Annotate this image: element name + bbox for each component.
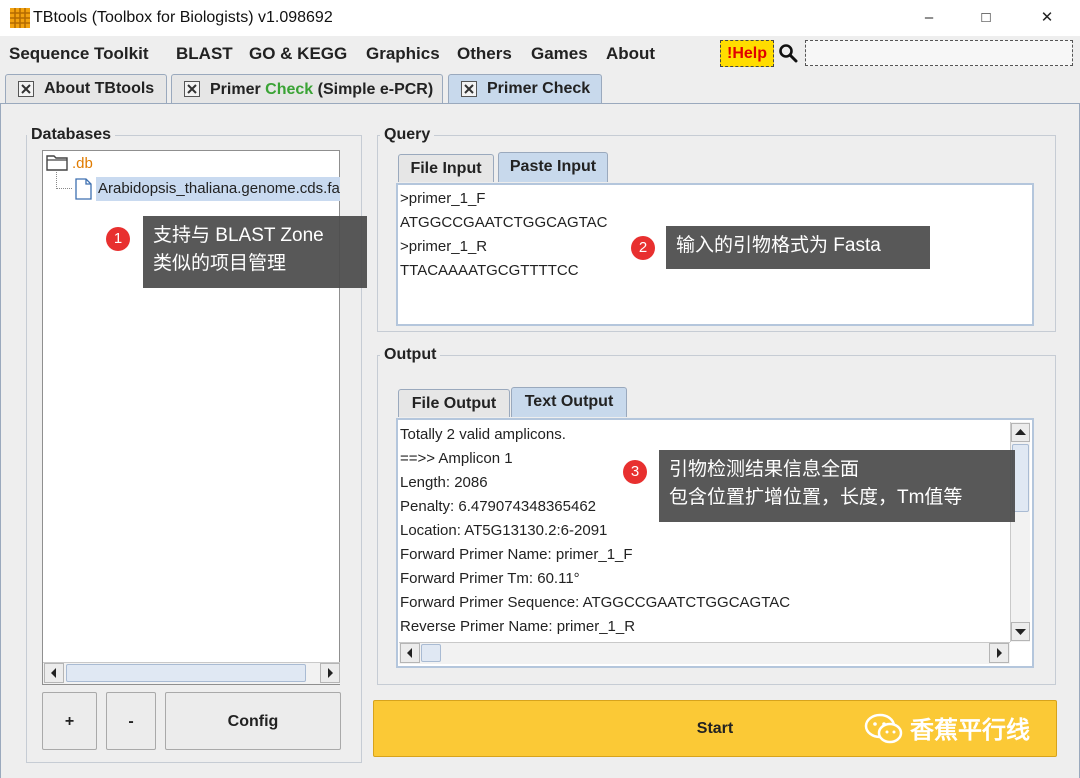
scroll-left-icon[interactable] <box>44 663 64 683</box>
scroll-thumb[interactable] <box>66 664 306 682</box>
tab-label: About TBtools <box>44 80 155 97</box>
wechat-icon <box>864 712 904 746</box>
query-line: TTACAAAATGCGTTTTCC <box>400 262 579 279</box>
file-icon <box>74 178 92 200</box>
scroll-thumb[interactable] <box>421 644 441 662</box>
annotation-text: 支持与 BLAST Zone <box>153 225 324 246</box>
menu-about[interactable]: About <box>606 44 655 64</box>
output-horizontal-scrollbar[interactable] <box>399 642 1010 664</box>
close-tab-icon[interactable] <box>18 81 34 97</box>
watermark-text: 香蕉平行线 <box>910 717 1030 744</box>
annotation-badge-1: 1 <box>106 227 130 251</box>
scroll-right-icon[interactable] <box>989 643 1009 663</box>
window-title: TBtools (Toolbox for Biologists) v1.0986… <box>33 9 333 26</box>
output-line: Length: 2086 <box>400 474 488 491</box>
query-line: ATGGCCGAATCTGGCAGTAC <box>400 214 608 231</box>
annotation-text: 包含位置扩增位置，长度，Tm值等 <box>669 487 963 508</box>
tab-label-prefix: Primer <box>210 81 266 98</box>
output-line: Forward Primer Name: primer_1_F <box>400 546 633 563</box>
annotation-callout-1: 支持与 BLAST Zone 类似的项目管理 <box>143 216 367 288</box>
query-line: >primer_1_F <box>400 190 486 207</box>
tab-label: Primer Check (Simple e-PCR) <box>210 81 433 99</box>
add-database-button[interactable]: + <box>42 692 97 750</box>
tab-text-output[interactable]: Text Output <box>511 387 627 417</box>
tab-file-output[interactable]: File Output <box>398 389 510 417</box>
remove-database-button[interactable]: - <box>106 692 156 750</box>
menu-go-kegg[interactable]: GO & KEGG <box>249 44 347 64</box>
scroll-down-icon[interactable] <box>1011 622 1030 641</box>
menu-blast[interactable]: BLAST <box>176 44 233 64</box>
annotation-badge-3: 3 <box>623 460 647 484</box>
config-button[interactable]: Config <box>165 692 341 750</box>
query-line: >primer_1_R <box>400 238 488 255</box>
close-window-button[interactable]: ✕ <box>1024 0 1070 36</box>
query-title: Query <box>380 126 435 144</box>
annotation-badge-2: 2 <box>631 236 655 260</box>
scroll-left-icon[interactable] <box>400 643 420 663</box>
scroll-right-icon[interactable] <box>320 663 340 683</box>
output-line: Location: AT5G13130.2:6-2091 <box>400 522 608 539</box>
search-input[interactable] <box>805 40 1073 66</box>
output-line: Forward Primer Tm: 60.11° <box>400 570 580 587</box>
tab-about-tbtools[interactable]: About TBtools <box>5 74 167 103</box>
app-grid-icon <box>10 8 30 28</box>
tree-root-label[interactable]: .db <box>72 155 93 172</box>
tab-primer-check[interactable]: Primer Check <box>448 74 602 103</box>
maximize-button[interactable]: □ <box>963 0 1009 36</box>
menu-graphics[interactable]: Graphics <box>366 44 440 64</box>
output-title: Output <box>380 346 441 364</box>
tab-label-suffix: (Simple e-PCR) <box>313 81 434 98</box>
close-tab-icon[interactable] <box>461 81 477 97</box>
minimize-button[interactable]: – <box>906 0 952 36</box>
tab-label-green: Check <box>265 81 314 98</box>
tab-paste-input[interactable]: Paste Input <box>498 152 608 182</box>
tree-file-item[interactable]: Arabidopsis_thaliana.genome.cds.fa <box>96 177 340 201</box>
tab-primer-check-simple-epcr[interactable]: Primer Check (Simple e-PCR) <box>171 74 443 103</box>
annotation-text: 类似的项目管理 <box>153 253 287 274</box>
annotation-callout-2: 输入的引物格式为 Fasta <box>666 226 930 269</box>
databases-title: Databases <box>27 126 116 144</box>
output-line: Reverse Primer Name: primer_1_R <box>400 618 636 635</box>
output-line: ==>> Amplicon 1 <box>400 450 513 467</box>
annotation-text: 输入的引物格式为 Fasta <box>676 235 881 256</box>
help-button[interactable]: !Help <box>720 40 774 67</box>
annotation-text: 引物检测结果信息全面 <box>669 459 860 480</box>
tree-connector <box>56 172 72 189</box>
annotation-callout-3: 引物检测结果信息全面 包含位置扩增位置，长度，Tm值等 <box>659 450 1015 522</box>
menu-others[interactable]: Others <box>457 44 512 64</box>
close-tab-icon[interactable] <box>184 81 200 97</box>
output-line: Totally 2 valid amplicons. <box>400 426 566 443</box>
output-line: Penalty: 6.479074348365462 <box>400 498 597 515</box>
search-icon[interactable] <box>778 43 798 63</box>
menu-games[interactable]: Games <box>531 44 588 64</box>
folder-icon <box>46 153 68 171</box>
tab-label: Primer Check <box>487 80 591 97</box>
output-line: Forward Primer Sequence: ATGGCCGAATCTGGC… <box>400 594 791 611</box>
scroll-up-icon[interactable] <box>1011 423 1030 442</box>
menu-sequence-toolkit[interactable]: Sequence Toolkit <box>9 44 149 64</box>
tab-file-input[interactable]: File Input <box>398 154 494 182</box>
